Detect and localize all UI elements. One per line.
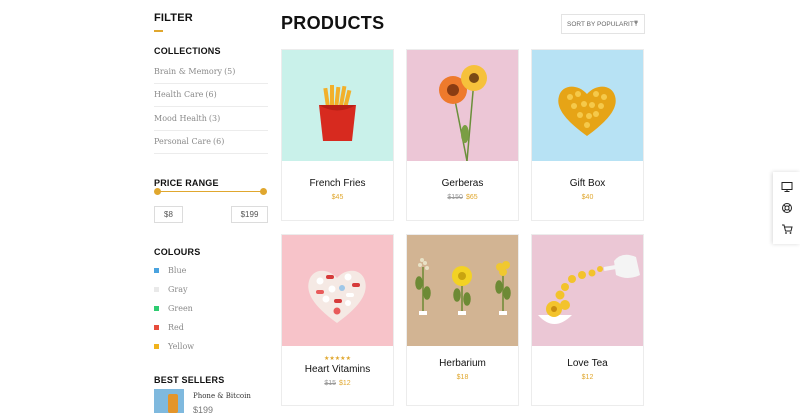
colour-swatch (154, 344, 159, 349)
product-price-current: $12 (339, 380, 351, 387)
colour-swatch (154, 287, 159, 292)
rating-stars: ★★★★★ (324, 356, 351, 362)
product-image[interactable] (532, 235, 643, 346)
colour-item-red[interactable]: Red (154, 318, 194, 337)
collection-count: (6) (205, 90, 217, 100)
gold-heart-image (558, 86, 616, 136)
sort-selected-label: SORT BY POPULARITY (567, 20, 639, 28)
collection-item-brain-memory[interactable]: Brain & Memory (5) (154, 60, 268, 84)
product-price-current: $18 (456, 374, 469, 381)
colour-swatch (154, 325, 159, 330)
cart-icon[interactable] (779, 221, 795, 237)
collection-count: (3) (208, 113, 221, 123)
colour-item-blue[interactable]: Blue (154, 261, 194, 280)
floating-action-bar (773, 172, 800, 244)
colour-swatch (154, 306, 159, 311)
product-price-current: $40 (581, 194, 594, 201)
product-card-gift-box[interactable]: Gift Box $40 (531, 49, 644, 221)
price-range-title: PRICE RANGE (154, 178, 219, 188)
monitor-icon[interactable] (779, 179, 795, 195)
product-name[interactable]: Heart Vitamins (282, 364, 393, 375)
best-seller-item[interactable]: Phone & Bitcoin $199 (154, 389, 251, 413)
product-name[interactable]: Gerberas (407, 178, 518, 189)
filter-title-underline (154, 30, 163, 32)
best-seller-name[interactable]: Phone & Bitcoin (193, 392, 251, 400)
collection-count: (6) (212, 137, 225, 147)
pressed-flowers-image (415, 258, 511, 315)
product-image[interactable] (407, 235, 518, 346)
price-min-field[interactable]: $8 (154, 206, 183, 223)
product-price: $12 (532, 374, 643, 381)
collection-label: Personal Care (154, 137, 211, 147)
colour-label: Red (168, 323, 184, 332)
product-price: $18 (407, 374, 518, 381)
price-range-max-handle[interactable] (260, 188, 267, 195)
collection-count: (5) (224, 66, 236, 76)
collection-label: Health Care (154, 90, 204, 100)
phone-image (168, 394, 178, 413)
colours-title: COLOURS (154, 247, 201, 257)
colours-list: Blue Gray Green Red Yellow (154, 261, 194, 356)
collection-item-mood-health[interactable]: Mood Health (3) (154, 107, 268, 131)
page-title: PRODUCTS (281, 13, 385, 33)
product-price-current: $45 (331, 194, 344, 201)
price-range-track[interactable] (157, 191, 264, 192)
product-price-current: $65 (465, 194, 478, 201)
product-name[interactable]: Gift Box (532, 178, 643, 189)
collections-title: COLLECTIONS (154, 46, 221, 56)
collection-label: Brain & Memory (154, 66, 223, 76)
product-name[interactable]: Herbarium (407, 358, 518, 369)
french-fries-image (319, 85, 356, 141)
product-image[interactable] (282, 235, 393, 346)
lifebuoy-icon[interactable] (779, 200, 795, 216)
sort-dropdown[interactable]: SORT BY POPULARITY ▼ (561, 14, 645, 34)
collection-item-personal-care[interactable]: Personal Care (6) (154, 131, 268, 154)
colour-label: Yellow (168, 342, 195, 351)
pill-heart-image (308, 270, 366, 323)
collections-list: Brain & Memory (5) Health Care (6) Mood He… (154, 60, 268, 154)
price-range-min-handle[interactable] (154, 188, 161, 195)
colour-label: Blue (168, 266, 187, 275)
product-price: $40 (532, 194, 643, 201)
product-name[interactable]: Love Tea (532, 358, 643, 369)
teapot-flowers-image (538, 254, 640, 324)
product-card-love-tea[interactable]: Love Tea $12 (531, 234, 644, 406)
best-sellers-title: BEST SELLERS (154, 375, 225, 385)
product-name[interactable]: French Fries (282, 178, 393, 189)
product-price: $45 (282, 194, 393, 201)
product-price-old: $150 (447, 194, 463, 201)
colour-item-yellow[interactable]: Yellow (154, 337, 194, 356)
best-seller-price: $199 (193, 405, 214, 413)
product-card-heart-vitamins[interactable]: ★★★★★ Heart Vitamins $15 $12 (281, 234, 394, 406)
filter-title: FILTER (154, 12, 193, 24)
colour-item-green[interactable]: Green (154, 299, 194, 318)
product-price-current: $12 (581, 374, 594, 381)
chevron-down-icon: ▼ (633, 20, 639, 26)
product-price: $150 $65 (407, 194, 518, 201)
colour-label: Green (168, 304, 193, 313)
product-image[interactable] (282, 50, 393, 161)
collection-item-health-care[interactable]: Health Care (6) (154, 84, 268, 107)
gerbera-flowers-image (439, 65, 487, 161)
product-card-french-fries[interactable]: French Fries $45 (281, 49, 394, 221)
product-card-gerberas[interactable]: Gerberas $150 $65 (406, 49, 519, 221)
colour-swatch (154, 268, 159, 273)
product-image[interactable] (407, 50, 518, 161)
phone-bitcoin-thumbnail[interactable] (154, 389, 184, 413)
product-image[interactable] (532, 50, 643, 161)
price-max-field[interactable]: $199 (231, 206, 268, 223)
colour-label: Gray (168, 285, 188, 294)
product-card-herbarium[interactable]: Herbarium $18 (406, 234, 519, 406)
product-price-old: $15 (324, 380, 336, 387)
colour-item-gray[interactable]: Gray (154, 280, 194, 299)
collection-label: Mood Health (154, 113, 207, 123)
product-price: $15 $12 (282, 380, 393, 387)
